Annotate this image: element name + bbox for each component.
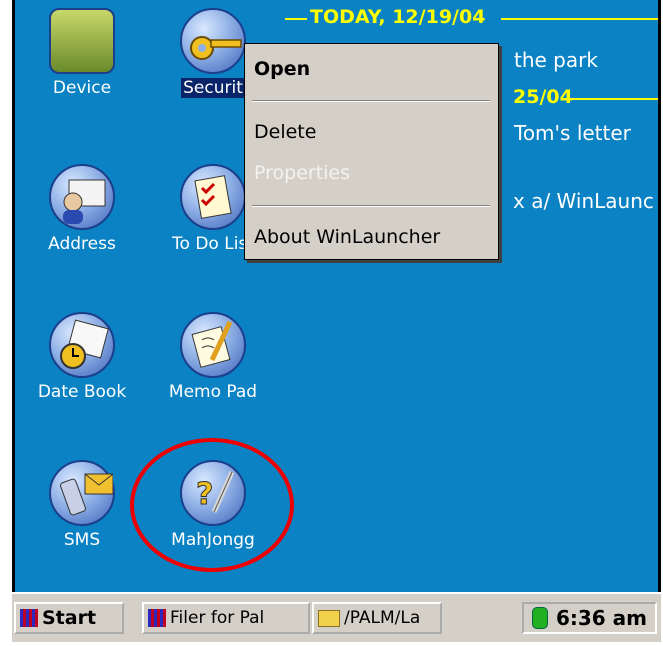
taskbar: Start Filer for Pal /PALM/La 6:36 am [12,592,661,642]
menu-separator [252,205,490,207]
today-header: TODAY, 12/19/04 [310,6,486,28]
desktop-icon-sms[interactable]: SMS [32,460,132,550]
schedule-item[interactable]: Tom's letter [514,121,631,145]
divider [563,98,658,100]
system-tray[interactable]: 6:36 am [521,602,657,634]
windows-flag-icon [20,609,38,627]
menu-item-open[interactable]: Open [254,58,310,80]
desktop-icon-address[interactable]: Address [32,164,132,254]
icon-label: Address [48,234,116,254]
menu-item-about[interactable]: About WinLauncher [254,226,440,248]
address-icon [49,164,115,230]
battery-icon[interactable] [531,607,548,629]
device-icon [49,8,115,74]
start-button[interactable]: Start [14,602,124,634]
menu-item-properties: Properties [254,162,351,184]
todo-list-icon [180,164,246,230]
menu-separator [252,100,490,102]
schedule-item[interactable]: the park [514,48,598,72]
icon-label: Device [52,78,112,98]
desktop-screen: TODAY, 12/19/04 the park 25/04 Tom's let… [12,0,661,592]
task-label: Filer for Pal [170,608,265,628]
memopad-icon [180,312,246,378]
schedule-item[interactable]: x a/ WinLaunc [513,189,654,213]
sms-icon [49,460,115,526]
highlight-circle [130,438,294,572]
start-label: Start [42,607,97,629]
taskbar-button-filer[interactable]: Filer for Pal [142,602,310,634]
menu-item-delete[interactable]: Delete [254,121,316,143]
folder-icon [318,609,340,627]
date-header: 25/04 [513,86,573,108]
security-key-icon [180,8,246,74]
icon-label: Date Book [37,382,127,402]
desktop-icon-memopad[interactable]: Memo Pad [163,312,263,402]
divider [285,18,307,20]
datebook-icon [49,312,115,378]
desktop-icon-device[interactable]: Device [32,8,132,98]
clock-text: 6:36 am [555,606,647,630]
context-menu: Open Delete Properties About WinLauncher [244,43,499,260]
icon-label: Memo Pad [168,382,258,402]
app-icon [148,609,166,627]
taskbar-button-folder[interactable]: /PALM/La [312,602,442,634]
icon-label: Securit [181,78,245,98]
desktop-icon-datebook[interactable]: Date Book [32,312,132,402]
task-label: /PALM/La [344,608,421,628]
icon-label: SMS [63,530,101,550]
divider [501,18,658,20]
